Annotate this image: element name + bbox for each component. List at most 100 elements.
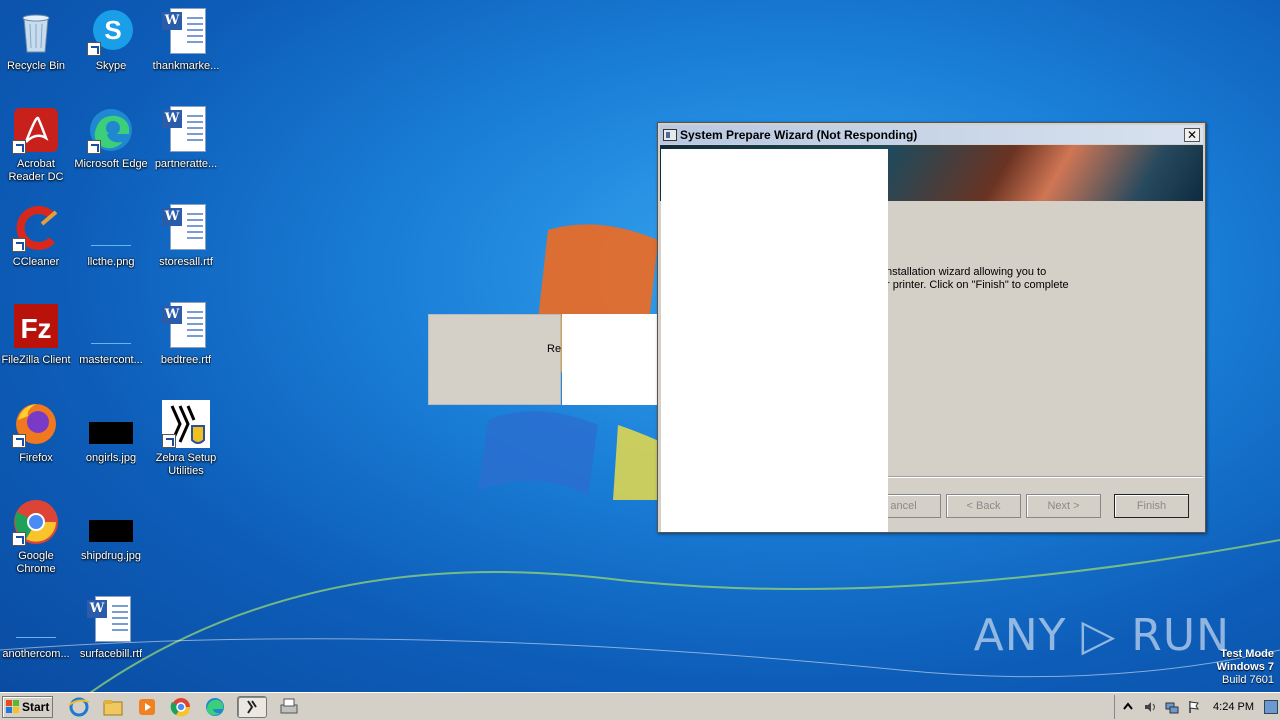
system-tray: 4:24 PM xyxy=(1114,695,1280,719)
shortcut-arrow-icon xyxy=(12,532,26,546)
network-icon[interactable] xyxy=(1165,700,1179,714)
desktop-icon-label: partneratte... xyxy=(154,158,218,170)
wizard-titlebar[interactable]: System Prepare Wizard (Not Responding) ✕ xyxy=(660,125,1203,144)
shortcut-arrow-icon xyxy=(87,140,101,154)
desktop-icon-label: CCleaner xyxy=(12,256,60,268)
desktop-icon-label: Acrobat Reader DC xyxy=(8,158,64,183)
shortcut-arrow-icon xyxy=(12,238,26,252)
wizard-taskbar-button[interactable] xyxy=(237,695,267,718)
desktop-icon-thankmarke[interactable]: W thankmarke... xyxy=(148,4,224,96)
acrobat-icon xyxy=(12,106,60,154)
desktop-icon-label: anothercom... xyxy=(2,648,70,660)
start-label: Start xyxy=(22,699,50,714)
desktop-icon-label: Firefox xyxy=(19,452,53,464)
wizard-unpainted-panel xyxy=(661,149,888,532)
desktop-icon-llcthe[interactable]: llcthe.png xyxy=(73,200,149,292)
ghost-window: Re xyxy=(428,314,657,405)
desktop-icon-anothercom[interactable]: anothercom... xyxy=(0,592,74,684)
wizard-body-text: nstallation wizard allowing you to r pri… xyxy=(886,266,1069,291)
next-button[interactable]: Next > xyxy=(1026,494,1101,518)
desktop-icon-mastercont[interactable]: mastercont... xyxy=(73,298,149,390)
image-file-icon xyxy=(87,498,135,546)
start-button[interactable]: Start xyxy=(2,695,53,718)
desktop-icon-shipdrug[interactable]: shipdrug.jpg xyxy=(73,494,149,586)
desktop-icon-label: Zebra Setup Utilities xyxy=(155,452,217,477)
shortcut-arrow-icon xyxy=(162,434,176,448)
chrome-taskbar-icon[interactable] xyxy=(169,696,193,718)
shortcut-arrow-icon xyxy=(87,42,101,56)
action-center-flag-icon[interactable] xyxy=(1187,700,1201,714)
filezilla-icon: Fz xyxy=(12,302,60,350)
desktop-icon-zebra-setup[interactable]: Zebra Setup Utilities xyxy=(148,396,224,488)
desktop-icon-surfacebill[interactable]: W surfacebill.rtf xyxy=(73,592,149,684)
desktop-icon-label: mastercont... xyxy=(79,354,143,366)
desktop-icon-label: Microsoft Edge xyxy=(74,158,148,170)
printer-taskbar-icon[interactable] xyxy=(277,696,301,718)
close-button[interactable]: ✕ xyxy=(1184,127,1200,142)
desktop-icon-ccleaner[interactable]: CCleaner xyxy=(0,200,74,292)
word-document-icon: W xyxy=(162,204,210,252)
desktop-icon-label: shipdrug.jpg xyxy=(81,550,141,562)
volume-icon[interactable] xyxy=(1143,700,1157,714)
firefox-icon xyxy=(12,400,60,448)
desktop-icon-acrobat-reader[interactable]: Acrobat Reader DC xyxy=(0,102,74,194)
image-file-icon xyxy=(87,302,135,350)
image-file-icon xyxy=(87,400,135,448)
window-app-icon xyxy=(663,128,677,141)
test-mode-line: Test Mode xyxy=(1220,648,1274,660)
taskbar: Start 4:24 PM xyxy=(0,692,1280,720)
desktop-icon-bedtree[interactable]: W bedtree.rtf xyxy=(148,298,224,390)
word-document-icon: W xyxy=(87,596,135,644)
media-player-icon[interactable] xyxy=(135,696,159,718)
chrome-icon xyxy=(12,498,60,546)
desktop-icon-label: Recycle Bin xyxy=(6,60,66,72)
windows-version-line: Windows 7 xyxy=(1216,661,1274,673)
word-document-icon: W xyxy=(162,302,210,350)
desktop-icon-label: FileZilla Client xyxy=(1,354,71,366)
desktop-icon-label: Skype xyxy=(95,60,127,72)
windows-flag-icon xyxy=(6,699,20,714)
ghost-window-white-area xyxy=(562,314,657,405)
ghost-window-text: Re xyxy=(547,343,562,355)
test-mode-notice: Test Mode Windows 7 Build 7601 xyxy=(1217,648,1274,687)
svg-text:S: S xyxy=(104,15,121,45)
shortcut-arrow-icon xyxy=(12,434,26,448)
desktop-icon-recycle-bin[interactable]: Recycle Bin xyxy=(0,4,74,96)
image-file-icon xyxy=(12,596,60,644)
wizard-window[interactable]: System Prepare Wizard (Not Responding) ✕… xyxy=(657,122,1206,533)
clock[interactable]: 4:24 PM xyxy=(1213,701,1254,713)
desktop-icon-google-chrome[interactable]: Google Chrome xyxy=(0,494,74,586)
show-desktop-button[interactable] xyxy=(1264,700,1278,714)
anyrun-watermark: ANY ▷ RUN xyxy=(973,610,1230,661)
svg-text:Fz: Fz xyxy=(20,313,51,344)
desktop-icon-storesall[interactable]: W storesall.rtf xyxy=(148,200,224,292)
image-file-icon xyxy=(87,204,135,252)
desktop-icon-label: llcthe.png xyxy=(87,256,135,268)
desktop-icon-label: bedtree.rtf xyxy=(160,354,212,366)
desktop-icon-firefox[interactable]: Firefox xyxy=(0,396,74,488)
desktop-icon-filezilla[interactable]: Fz FileZilla Client xyxy=(0,298,74,390)
edge-icon xyxy=(87,106,135,154)
finish-button[interactable]: Finish xyxy=(1114,494,1189,518)
wizard-separator xyxy=(888,476,1203,478)
internet-explorer-icon[interactable] xyxy=(67,696,91,718)
desktop-icon-ongirls[interactable]: ongirls.jpg xyxy=(73,396,149,488)
file-explorer-icon[interactable] xyxy=(101,696,125,718)
edge-taskbar-icon[interactable] xyxy=(203,696,227,718)
desktop-icon-label: storesall.rtf xyxy=(159,256,213,268)
desktop-icon-label: ongirls.jpg xyxy=(85,452,137,464)
back-button[interactable]: < Back xyxy=(946,494,1021,518)
ccleaner-icon xyxy=(12,204,60,252)
show-hidden-icons-icon[interactable] xyxy=(1121,700,1135,714)
word-document-icon: W xyxy=(162,8,210,56)
ghost-window-panel xyxy=(428,314,561,405)
desktop-icon-label: thankmarke... xyxy=(152,60,220,72)
build-line: Build 7601 xyxy=(1222,674,1274,686)
word-document-icon: W xyxy=(162,106,210,154)
desktop-icon-partneratte[interactable]: W partneratte... xyxy=(148,102,224,194)
desktop-icon-microsoft-edge[interactable]: Microsoft Edge xyxy=(73,102,149,194)
skype-icon: S xyxy=(87,8,135,56)
wizard-title: System Prepare Wizard (Not Responding) xyxy=(680,127,918,142)
desktop-icon-skype[interactable]: S Skype xyxy=(73,4,149,96)
desktop-icon-label: Google Chrome xyxy=(16,550,56,575)
